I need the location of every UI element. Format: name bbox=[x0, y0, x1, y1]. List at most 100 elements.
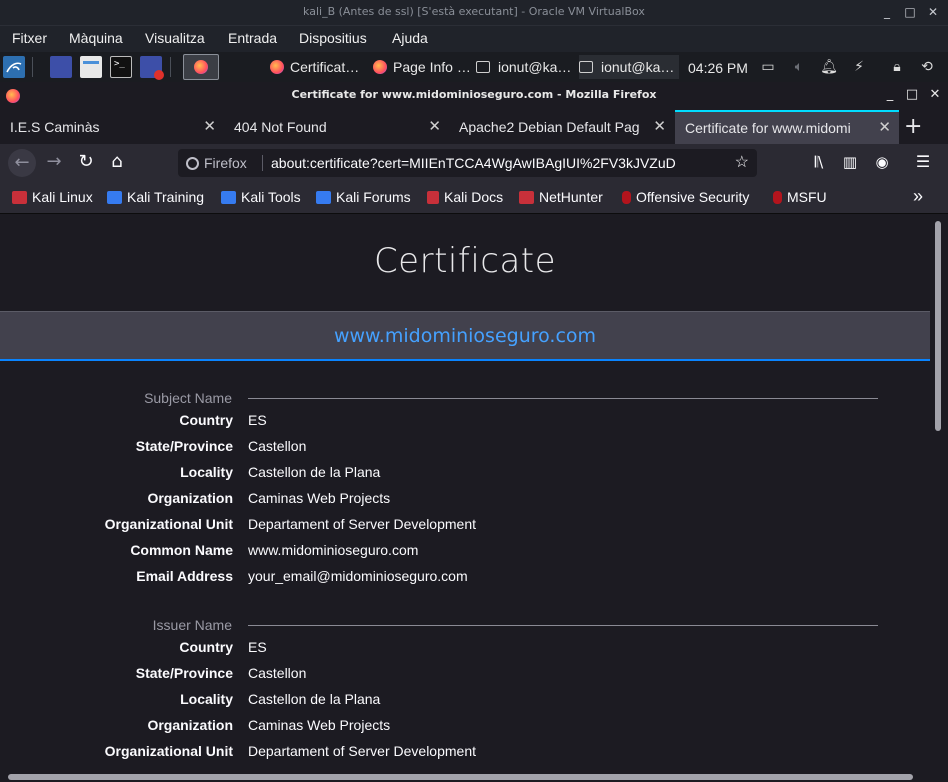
close-icon[interactable]: ✕ bbox=[928, 87, 942, 102]
sidebar-icon[interactable]: ▥ bbox=[838, 153, 862, 171]
vertical-scrollbar[interactable] bbox=[930, 215, 948, 782]
field-label: Country bbox=[179, 412, 233, 428]
tab-404-not-found[interactable]: 404 Not Found ✕ bbox=[224, 110, 449, 144]
taskbar-task-page-info[interactable]: Page Info … bbox=[373, 55, 473, 79]
field-label: Common Name bbox=[130, 542, 233, 558]
bookmark-kali-training[interactable]: Kali Training bbox=[107, 189, 204, 205]
firefox-window-title: Certificate for www.midominioseguro.com … bbox=[291, 88, 657, 101]
url-bar[interactable]: Firefox about:certificate?cert=MIIEnTCCA… bbox=[178, 149, 757, 177]
subject-name-heading: Subject Name bbox=[144, 390, 232, 406]
field-value: your_email@midominioseguro.com bbox=[248, 568, 468, 584]
tab-apache2-default[interactable]: Apache2 Debian Default Pag ✕ bbox=[449, 110, 674, 144]
bookmark-kali-tools[interactable]: Kali Tools bbox=[221, 189, 301, 205]
firefox-icon bbox=[373, 60, 387, 74]
taskbar-separator bbox=[170, 57, 171, 77]
urlbar-separator bbox=[262, 155, 263, 171]
field-value: ES bbox=[248, 412, 267, 428]
scrollbar-thumb[interactable] bbox=[935, 221, 941, 431]
logout-icon[interactable]: ⟲ bbox=[918, 59, 936, 75]
bookmark-offensive-security[interactable]: Offensive Security bbox=[622, 189, 749, 205]
minimize-icon[interactable]: _ bbox=[880, 5, 894, 19]
library-icon[interactable]: 𝄃\ bbox=[807, 153, 831, 171]
taskbar-clock[interactable]: 04:26 PM bbox=[688, 60, 748, 76]
bookmark-kali-forums[interactable]: Kali Forums bbox=[316, 189, 411, 205]
certificate-domain-tab[interactable]: www.midominioseguro.com bbox=[0, 311, 930, 361]
field-value: Caminas Web Projects bbox=[248, 490, 391, 506]
issuer-name-heading: Issuer Name bbox=[152, 617, 232, 633]
vbox-titlebar: kali_B (Antes de ssl) [S'està executant]… bbox=[0, 0, 948, 26]
tab-strip: I.E.S Caminàs ✕ 404 Not Found ✕ Apache2 … bbox=[0, 110, 948, 144]
taskbar-separator bbox=[32, 57, 33, 77]
field-label: Locality bbox=[180, 691, 233, 707]
home-button[interactable]: ⌂ bbox=[105, 151, 129, 172]
minimize-icon[interactable]: _ bbox=[883, 87, 897, 102]
bookmark-star-icon[interactable]: ☆ bbox=[735, 149, 749, 177]
horizontal-scrollbar[interactable] bbox=[0, 771, 930, 782]
menu-hamburger-icon[interactable]: ☰ bbox=[911, 152, 935, 171]
taskbar-task-terminal-2[interactable]: ionut@ka… bbox=[579, 55, 679, 79]
screen-recorder-icon[interactable] bbox=[140, 56, 164, 80]
kali-docs-icon bbox=[427, 191, 439, 204]
menu-dispositius[interactable]: Dispositius bbox=[299, 30, 367, 46]
menu-ajuda[interactable]: Ajuda bbox=[392, 30, 428, 46]
notifications-icon[interactable]: 🔔︎ bbox=[820, 59, 838, 75]
maximize-icon[interactable]: □ bbox=[905, 87, 919, 102]
field-value: Castellon bbox=[248, 438, 307, 454]
offsec-icon bbox=[773, 191, 782, 204]
field-value: ES bbox=[248, 639, 267, 655]
display-icon[interactable]: ▭ bbox=[759, 59, 777, 75]
close-tab-icon[interactable]: ✕ bbox=[653, 110, 666, 144]
kali-icon bbox=[519, 191, 534, 204]
power-manager-icon[interactable]: ⚡︎ bbox=[850, 59, 868, 75]
tab-ies-caminas[interactable]: I.E.S Caminàs ✕ bbox=[0, 110, 224, 144]
domain-label: www.midominioseguro.com bbox=[333, 325, 597, 347]
forward-button[interactable]: → bbox=[42, 151, 66, 172]
field-value: Caminas Web Projects bbox=[248, 717, 391, 733]
bookmarks-overflow-icon[interactable]: » bbox=[913, 186, 923, 207]
bookmarks-toolbar: Kali Linux Kali Training Kali Tools Kali… bbox=[0, 182, 948, 214]
taskbar-task-certificate[interactable]: Certificat… bbox=[270, 55, 370, 79]
lock-screen-icon[interactable]: 🔒︎ bbox=[888, 59, 906, 75]
reload-button[interactable]: ↻ bbox=[74, 151, 98, 172]
field-value: Departament of Server Development bbox=[248, 743, 476, 759]
bookmark-kali-linux[interactable]: Kali Linux bbox=[12, 189, 93, 205]
kali-menu-icon[interactable] bbox=[3, 56, 25, 78]
vbox-menubar: Fitxer Màquina Visualitza Entrada Dispos… bbox=[0, 26, 948, 52]
close-tab-icon[interactable]: ✕ bbox=[878, 112, 891, 144]
field-label: Locality bbox=[180, 464, 233, 480]
maximize-icon[interactable]: □ bbox=[903, 5, 917, 19]
tab-certificate[interactable]: Certificate for www.midomi ✕ bbox=[675, 110, 899, 144]
scrollbar-thumb[interactable] bbox=[8, 774, 913, 780]
firefox-launcher-icon[interactable] bbox=[183, 54, 219, 80]
file-manager-icon[interactable] bbox=[80, 56, 102, 78]
back-button[interactable]: ← bbox=[8, 149, 36, 177]
close-icon[interactable]: ✕ bbox=[926, 5, 940, 19]
kali-training-icon bbox=[107, 191, 122, 204]
field-value: Departament of Server Development bbox=[248, 516, 476, 532]
section-divider bbox=[248, 625, 878, 626]
field-value: www.midominioseguro.com bbox=[248, 542, 419, 558]
field-label: State/Province bbox=[135, 438, 233, 454]
new-tab-button[interactable]: + bbox=[904, 114, 922, 139]
url-text[interactable]: about:certificate?cert=MIIEnTCCA4WgAwIBA… bbox=[271, 149, 711, 177]
volume-icon[interactable]: 🔈︎ bbox=[790, 59, 808, 75]
taskbar-task-terminal-1[interactable]: ionut@ka… bbox=[476, 55, 576, 79]
menu-maquina[interactable]: Màquina bbox=[69, 30, 123, 46]
certificate-page: Certificate www.midominioseguro.com Subj… bbox=[0, 215, 948, 782]
close-tab-icon[interactable]: ✕ bbox=[203, 110, 216, 144]
bookmark-nethunter[interactable]: NetHunter bbox=[519, 189, 603, 205]
menu-entrada[interactable]: Entrada bbox=[228, 30, 277, 46]
bookmark-kali-docs[interactable]: Kali Docs bbox=[427, 189, 503, 205]
terminal-icon[interactable]: >_ bbox=[110, 56, 132, 78]
bookmark-msfu[interactable]: MSFU bbox=[773, 189, 827, 205]
show-desktop-icon[interactable] bbox=[50, 56, 72, 78]
field-label: Country bbox=[179, 639, 233, 655]
field-label: Organization bbox=[147, 490, 233, 506]
kali-taskbar: >_ Certificat… Page Info … ionut@ka… ion… bbox=[0, 52, 948, 82]
terminal-icon bbox=[476, 61, 490, 73]
account-icon[interactable]: ◉ bbox=[870, 153, 894, 171]
menu-fitxer[interactable]: Fitxer bbox=[12, 30, 47, 46]
identity-box[interactable]: Firefox bbox=[186, 149, 247, 177]
menu-visualitza[interactable]: Visualitza bbox=[145, 30, 205, 46]
close-tab-icon[interactable]: ✕ bbox=[428, 110, 441, 144]
